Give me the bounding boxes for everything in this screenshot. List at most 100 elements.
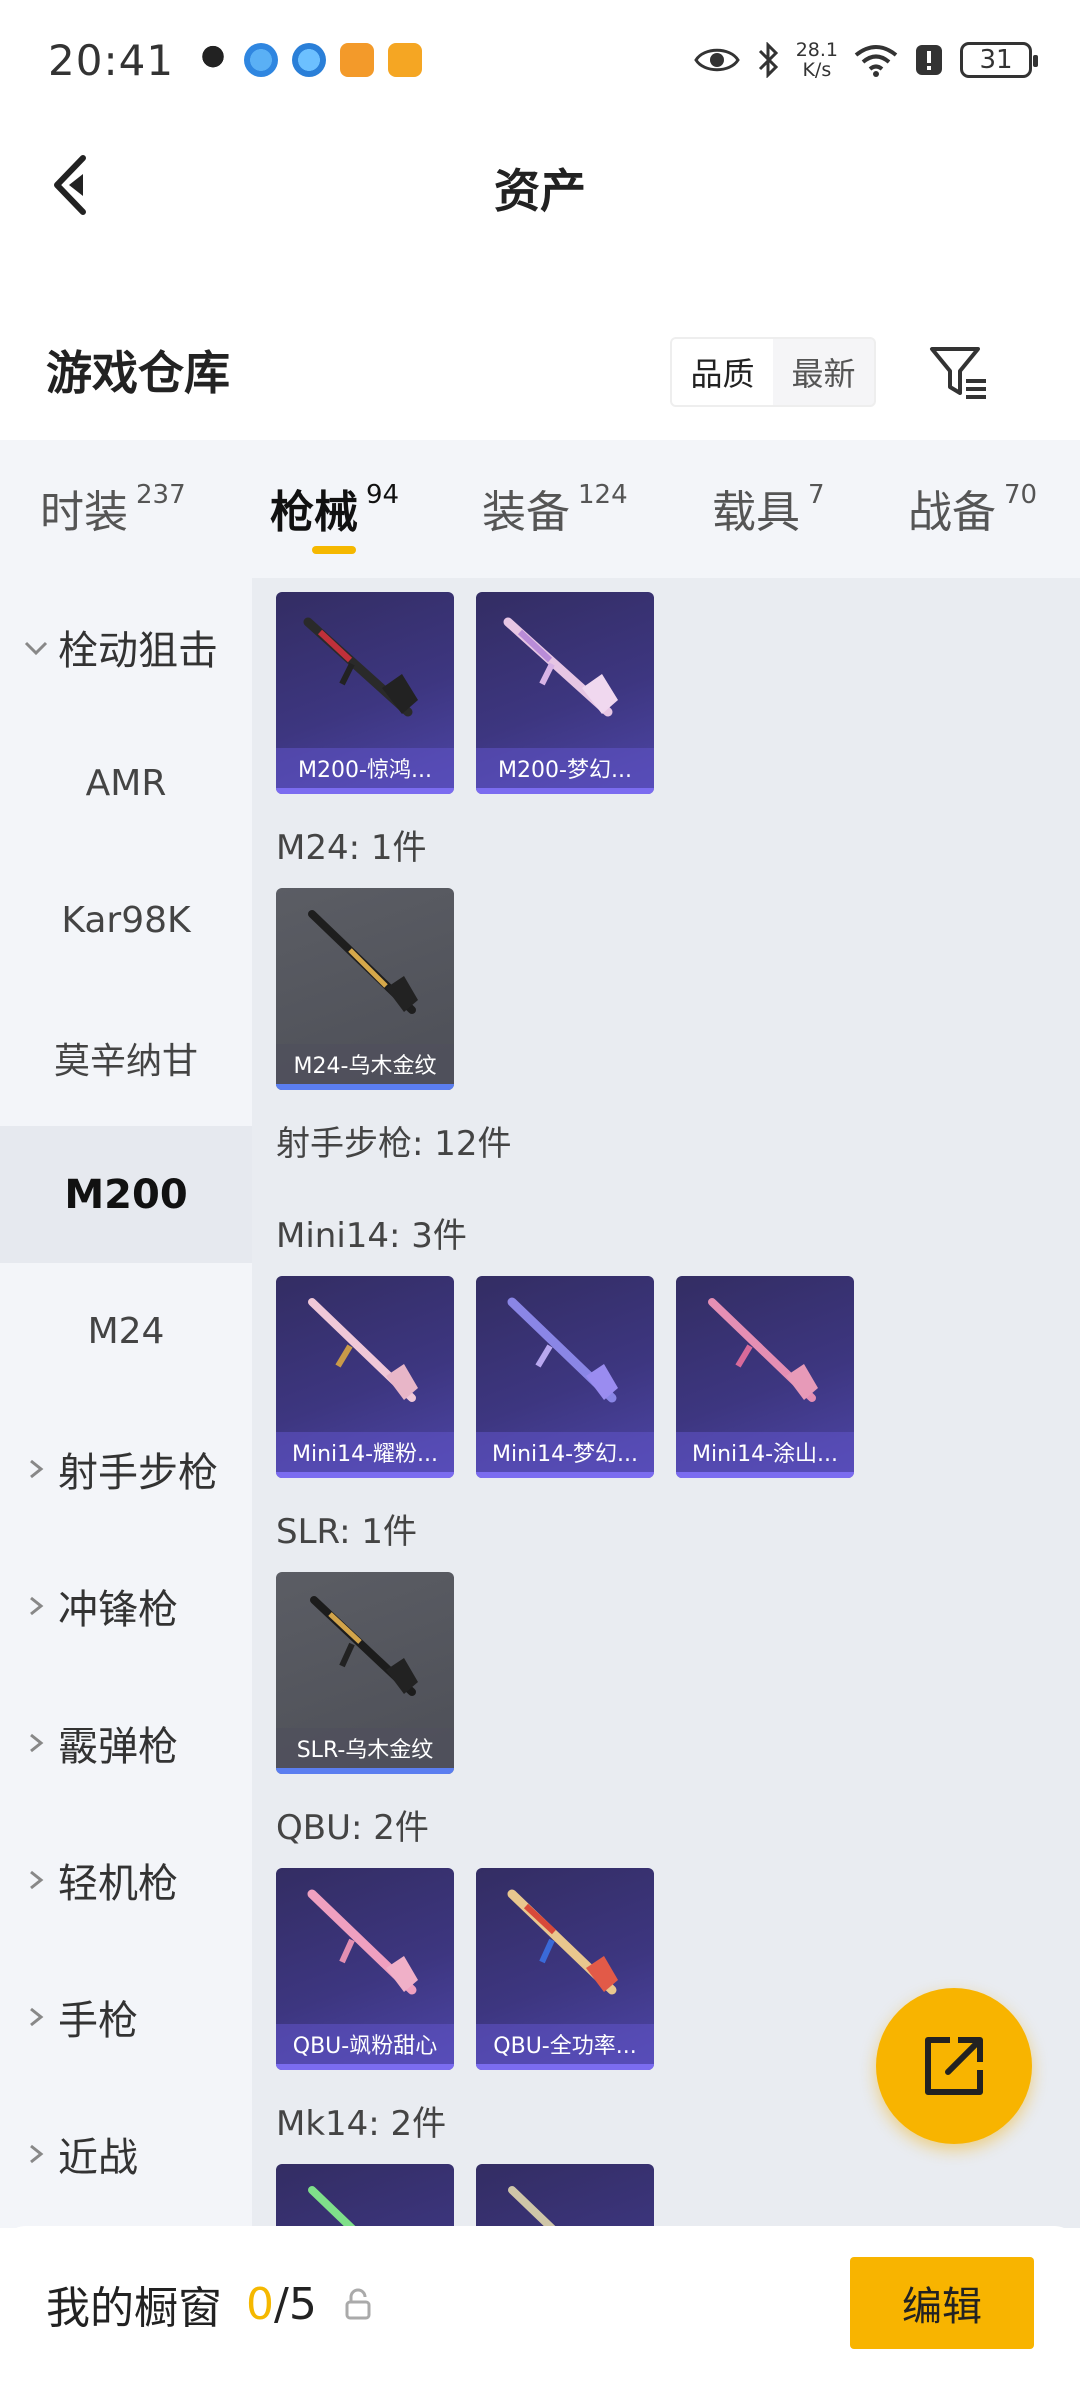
rarity-strip bbox=[276, 788, 454, 794]
tab-firearms[interactable]: 枪械 94 bbox=[270, 476, 399, 540]
rifle-icon bbox=[507, 1297, 618, 1403]
rarity-strip bbox=[476, 1472, 654, 1478]
chevron-right-icon bbox=[30, 2144, 44, 2163]
showcase-bar: 我的橱窗 0/5 编辑 bbox=[0, 2226, 1080, 2382]
rifle-icon bbox=[308, 910, 418, 1014]
skin-card-mini14-3[interactable]: Mini14-涂山... bbox=[676, 1276, 854, 1478]
sidebar-item-lmg[interactable]: 轻机枪 bbox=[0, 1811, 252, 1948]
sidebar-item-label: 轻机枪 bbox=[58, 1860, 178, 1907]
skin-card-m200-2[interactable]: M200-梦幻... bbox=[476, 592, 654, 794]
skin-card-mini14-1[interactable]: Mini14-耀粉... bbox=[276, 1276, 454, 1478]
chevron-down-icon bbox=[24, 641, 48, 655]
group-label: 射手步枪: 12件 bbox=[276, 1124, 512, 1164]
sort-toggle: 品质 最新 bbox=[670, 337, 876, 407]
sidebar-item-m200[interactable]: M200 bbox=[0, 1126, 252, 1263]
tab-label: 时装 bbox=[40, 487, 128, 538]
bluetooth-icon bbox=[758, 42, 778, 78]
weapon-type-sidebar: 栓动狙击 AMR Kar98K 莫辛纳甘 M200 M24 射手步枪 冲锋枪 霰… bbox=[0, 578, 252, 2228]
rifle-icon bbox=[507, 1889, 618, 1995]
skin-name: QBU-飒粉甜心 bbox=[276, 2024, 454, 2064]
skin-card-m200-1[interactable]: M200-惊鸿... bbox=[276, 592, 454, 794]
sidebar-item-label: 手枪 bbox=[58, 1997, 138, 2044]
skin-card-qbu-1[interactable]: QBU-飒粉甜心 bbox=[276, 1868, 454, 2070]
sidebar-item-bolt-action[interactable]: 栓动狙击 bbox=[0, 578, 252, 715]
sidebar-item-label: M24 bbox=[87, 1311, 165, 1352]
group-label: Mini14: 3件 bbox=[276, 1216, 467, 1256]
sidebar-item-m24[interactable]: M24 bbox=[0, 1263, 252, 1400]
alert-icon bbox=[916, 45, 942, 75]
sort-option-quality[interactable]: 品质 bbox=[672, 339, 773, 405]
tab-fashion[interactable]: 时装 237 bbox=[40, 476, 186, 540]
eye-icon bbox=[693, 48, 740, 72]
skin-name: SLR-乌木金纹 bbox=[276, 1728, 454, 1768]
chevron-right-icon bbox=[30, 1596, 44, 1615]
game-icon bbox=[340, 43, 375, 77]
browser-icon bbox=[244, 43, 279, 77]
sidebar-item-smg[interactable]: 冲锋枪 bbox=[0, 1537, 252, 1674]
rarity-strip bbox=[276, 1472, 454, 1478]
sidebar-item-pistol[interactable]: 手枪 bbox=[0, 1948, 252, 2085]
showcase-count: 0/5 bbox=[246, 2279, 317, 2330]
status-app-icons bbox=[196, 43, 423, 77]
page-title: 资产 bbox=[494, 163, 586, 218]
rarity-strip bbox=[476, 2064, 654, 2070]
tab-label: 战备 bbox=[908, 487, 996, 538]
sidebar-item-dmr[interactable]: 射手步枪 bbox=[0, 1400, 252, 1537]
rarity-strip bbox=[276, 2064, 454, 2070]
sidebar-item-label: 冲锋枪 bbox=[58, 1586, 178, 1633]
sidebar-item-label: M200 bbox=[64, 1171, 188, 1218]
rarity-strip bbox=[476, 788, 654, 794]
chevron-right-icon bbox=[30, 1459, 44, 1478]
sidebar-item-shotgun[interactable]: 霰弹枪 bbox=[0, 1674, 252, 1811]
sidebar-item-label: 霰弹枪 bbox=[58, 1723, 178, 1770]
status-time: 20:41 bbox=[48, 35, 175, 85]
sidebar-item-kar98k[interactable]: Kar98K bbox=[0, 852, 252, 989]
skin-card-mk14-1[interactable] bbox=[276, 2164, 454, 2228]
filter-button[interactable] bbox=[926, 339, 992, 405]
rifle-icon bbox=[310, 1596, 418, 1696]
chevron-right-icon bbox=[30, 1870, 44, 1889]
group-label: SLR: 1件 bbox=[276, 1512, 417, 1552]
tab-count: 237 bbox=[136, 480, 186, 510]
rifle-icon bbox=[303, 617, 418, 717]
status-indicators: 28.1 K/s 31 bbox=[693, 39, 1038, 81]
active-tab-indicator bbox=[312, 546, 356, 554]
showcase-total: /5 bbox=[274, 2278, 317, 2330]
tab-equipment[interactable]: 装备 124 bbox=[482, 476, 628, 540]
skin-card-slr-1[interactable]: SLR-乌木金纹 bbox=[276, 1572, 454, 1774]
group-label: QBU: 2件 bbox=[276, 1808, 429, 1848]
tab-label: 载具 bbox=[712, 487, 800, 538]
net-speed-value: 28.1 bbox=[795, 39, 838, 61]
skin-name: Mini14-耀粉... bbox=[276, 1432, 454, 1472]
edit-button[interactable]: 编辑 bbox=[850, 2257, 1034, 2349]
sidebar-item-amr[interactable]: AMR bbox=[0, 715, 252, 852]
skin-name: M200-惊鸿... bbox=[276, 748, 454, 788]
back-button[interactable] bbox=[36, 150, 106, 220]
tab-count: 7 bbox=[808, 480, 825, 510]
skin-card-mk14-2[interactable] bbox=[476, 2164, 654, 2228]
sidebar-item-label: Kar98K bbox=[61, 900, 191, 941]
tab-vehicles[interactable]: 载具 7 bbox=[712, 476, 825, 540]
skin-card-m24-1[interactable]: M24-乌木金纹 bbox=[276, 888, 454, 1090]
tab-combat-gear[interactable]: 战备 70 bbox=[908, 476, 1037, 540]
sidebar-item-mosin[interactable]: 莫辛纳甘 bbox=[0, 989, 252, 1126]
skin-name: M200-梦幻... bbox=[476, 748, 654, 788]
sidebar-item-label: 近战 bbox=[58, 2134, 138, 2181]
lock-icon bbox=[345, 2288, 371, 2320]
skin-card-qbu-2[interactable]: QBU-全功率... bbox=[476, 1868, 654, 2070]
tab-label: 装备 bbox=[482, 487, 570, 538]
share-fab-button[interactable] bbox=[876, 1988, 1032, 2144]
net-speed-unit: K/s bbox=[802, 59, 832, 81]
rarity-strip bbox=[276, 1768, 454, 1774]
skin-card-mini14-2[interactable]: Mini14-梦幻... bbox=[476, 1276, 654, 1478]
rifle-icon bbox=[308, 2186, 358, 2228]
sidebar-item-label: AMR bbox=[85, 763, 167, 804]
battery-indicator: 31 bbox=[960, 42, 1038, 78]
sort-option-latest[interactable]: 最新 bbox=[773, 339, 874, 405]
rifle-icon bbox=[307, 1889, 418, 1995]
tab-label: 枪械 bbox=[270, 487, 358, 538]
page-header: 资产 bbox=[0, 120, 1080, 255]
sidebar-item-label: 栓动狙击 bbox=[58, 627, 218, 674]
warehouse-title: 游戏仓库 bbox=[46, 346, 230, 400]
sidebar-item-melee[interactable]: 近战 bbox=[0, 2085, 252, 2222]
